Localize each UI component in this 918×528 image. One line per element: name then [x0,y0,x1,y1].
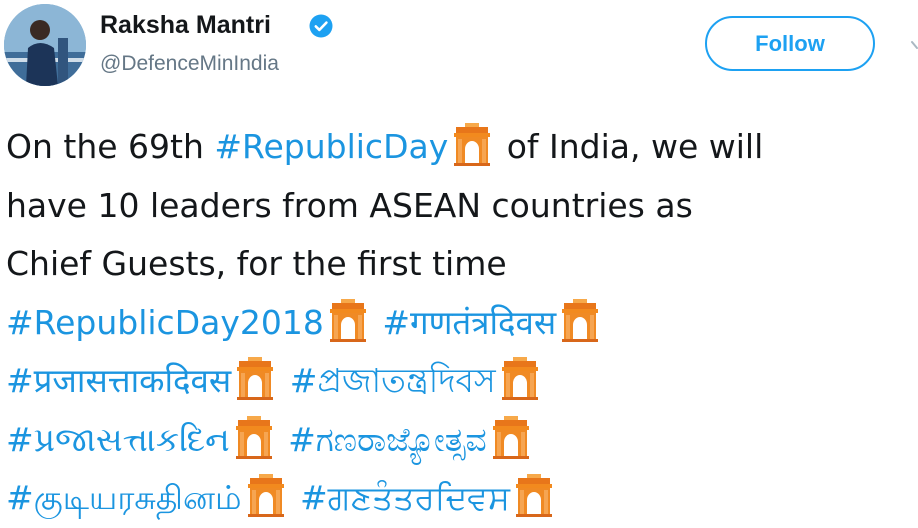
india-gate-icon [514,473,554,517]
user-handle[interactable]: @DefenceMinIndia [100,52,279,76]
hashtag-line: #குடியரசுதினம் #ਗਣਤੰਤਰਦਿਵਸ [6,469,918,528]
tweet-text-segment: Chief Guests, for the first time [6,244,507,283]
india-gate-icon [235,356,275,400]
india-gate-icon [234,415,274,459]
chevron-down-icon[interactable] [900,38,918,52]
avatar[interactable] [4,4,86,86]
india-gate-icon [246,473,286,517]
follow-button[interactable]: Follow [705,16,875,71]
verified-badge-icon [309,14,333,38]
tweet-text-segment: of India, we will [506,127,764,166]
india-gate-icon [560,298,600,342]
tweet-text-segment: On the 69th [6,127,204,166]
india-gate-icon [452,122,492,166]
hashtag-link[interactable]: #प्रजासत्ताकदिवस [6,361,231,400]
india-gate-icon [500,356,540,400]
hashtag-link[interactable]: #गणतंत्रदिवस [382,303,556,342]
avatar-photo [4,4,86,86]
hashtag-link[interactable]: #RepublicDay [214,127,448,166]
india-gate-icon [328,298,368,342]
tweet-line: Chief Guests, for the first time [6,235,918,294]
hashtag-line: #પ્રજાસત્તાકદિન #ಗಣರಾಜ್ಯೋತ್ಸವ [6,411,918,470]
tweet-text: On the 69th #RepublicDay of India, we wi… [6,118,918,528]
hashtag-link[interactable]: #ਗਣਤੰਤਰਦਿਵਸ [300,478,510,517]
hashtag-link[interactable]: #ಗಣರಾಜ್ಯೋತ್ಸವ [288,420,486,459]
hashtag-link[interactable]: #પ્રજાસત્તાકદિન [6,420,230,459]
india-gate-icon [491,415,531,459]
tweet-line: have 10 leaders from ASEAN countries as [6,177,918,236]
tweet-line: On the 69th #RepublicDay of India, we wi… [6,118,918,177]
hashtag-line: #प्रजासत्ताकदिवस #প্রজাতন্ত্রদিবস [6,352,918,411]
hashtag-link[interactable]: #প্রজাতন্ত্রদিবস [290,361,496,400]
tweet-text-segment: have 10 leaders from ASEAN countries as [6,185,693,225]
hashtag-link[interactable]: #குடியரசுதினம் [6,478,242,517]
hashtag-link[interactable]: #RepublicDay2018 [6,303,324,342]
hashtag-line: #RepublicDay2018 #गणतंत्रदिवस [6,294,918,353]
display-name[interactable]: Raksha Mantri [100,11,271,40]
